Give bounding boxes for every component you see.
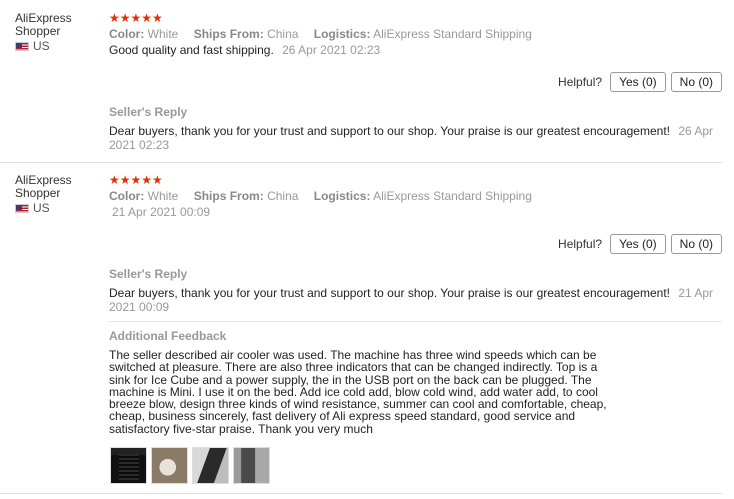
reviewer-info: AliExpress Shopper US (15, 12, 105, 53)
seller-reply: Seller's Reply Dear buyers, thank you fo… (109, 104, 722, 152)
review-text: Good quality and fast shipping. (109, 43, 274, 57)
logistics-label: Logistics: (313, 189, 371, 203)
seller-reply-text-block: Dear buyers, thank you for your trust an… (109, 286, 722, 314)
logistics-value: AliExpress Standard Shipping (373, 189, 532, 203)
additional-feedback-title: Additional Feedback (109, 329, 227, 343)
star-rating: ★★★★★ (109, 173, 163, 187)
ships-from-attr: Ships From: China (194, 189, 299, 203)
section-divider (109, 321, 722, 322)
review-date: 21 Apr 2021 00:09 (112, 205, 211, 219)
color-value: White (147, 27, 179, 41)
review-content: ★★★★★ Color: White Ships From: China Log… (109, 12, 722, 58)
order-attributes: Color: White Ships From: China Logistics… (109, 26, 722, 42)
us-flag-icon (15, 203, 29, 213)
additional-feedback-text: The seller described air cooler was used… (109, 348, 607, 436)
feedback-photo-thumbnail[interactable] (110, 447, 147, 484)
review-divider (0, 162, 722, 163)
review-text-line: Good quality and fast shipping. 26 Apr 2… (109, 42, 722, 58)
feedback-photo-thumbnail[interactable] (192, 447, 229, 484)
color-label: Color: (109, 189, 145, 203)
seller-reply-text: Dear buyers, thank you for your trust an… (109, 286, 670, 300)
ships-from-label: Ships From: (193, 27, 264, 41)
color-value: White (147, 189, 179, 203)
helpful-yes-button[interactable]: Yes (0) (610, 72, 666, 92)
seller-reply-text-block: Dear buyers, thank you for your trust an… (109, 124, 722, 152)
ships-from-value: China (267, 189, 299, 203)
review-divider (0, 493, 722, 494)
logistics-attr: Logistics: AliExpress Standard Shipping (314, 27, 532, 41)
color-attr: Color: White (109, 189, 178, 203)
review-date: 26 Apr 2021 02:23 (282, 43, 381, 57)
helpful-label: Helpful? (558, 75, 603, 89)
seller-reply: Seller's Reply Dear buyers, thank you fo… (109, 266, 722, 314)
seller-reply-title: Seller's Reply (109, 267, 188, 281)
seller-reply-title: Seller's Reply (109, 105, 188, 119)
logistics-label: Logistics: (313, 27, 371, 41)
country-code: US (33, 201, 50, 215)
reviewer-country: US (15, 39, 105, 53)
ships-from-attr: Ships From: China (194, 27, 299, 41)
star-rating: ★★★★★ (109, 11, 163, 25)
ships-from-label: Ships From: (193, 189, 264, 203)
reviewer-name: AliExpress Shopper (15, 11, 72, 38)
reviewer-name: AliExpress Shopper (15, 173, 72, 200)
ships-from-value: China (267, 27, 299, 41)
review-content: ★★★★★ Color: White Ships From: China Log… (109, 174, 722, 220)
reviewer-country: US (15, 201, 105, 215)
logistics-value: AliExpress Standard Shipping (373, 27, 532, 41)
us-flag-icon (15, 41, 29, 51)
helpful-controls: Helpful? Yes (0) No (0) (558, 234, 722, 254)
seller-reply-text: Dear buyers, thank you for your trust an… (109, 124, 670, 138)
review-date-line: 21 Apr 2021 00:09 (109, 204, 722, 220)
feedback-photo-thumbnail[interactable] (151, 447, 188, 484)
color-label: Color: (109, 27, 145, 41)
order-attributes: Color: White Ships From: China Logistics… (109, 188, 722, 204)
logistics-attr: Logistics: AliExpress Standard Shipping (314, 189, 532, 203)
feedback-photo-thumbnail[interactable] (233, 447, 270, 484)
helpful-label: Helpful? (558, 237, 603, 251)
helpful-no-button[interactable]: No (0) (670, 234, 722, 254)
additional-feedback: Additional Feedback The seller described… (109, 328, 722, 435)
helpful-yes-button[interactable]: Yes (0) (610, 234, 666, 254)
helpful-no-button[interactable]: No (0) (670, 72, 722, 92)
feedback-photos (110, 447, 270, 484)
helpful-controls: Helpful? Yes (0) No (0) (558, 72, 722, 92)
reviewer-info: AliExpress Shopper US (15, 174, 105, 215)
country-code: US (33, 39, 50, 53)
color-attr: Color: White (109, 27, 178, 41)
